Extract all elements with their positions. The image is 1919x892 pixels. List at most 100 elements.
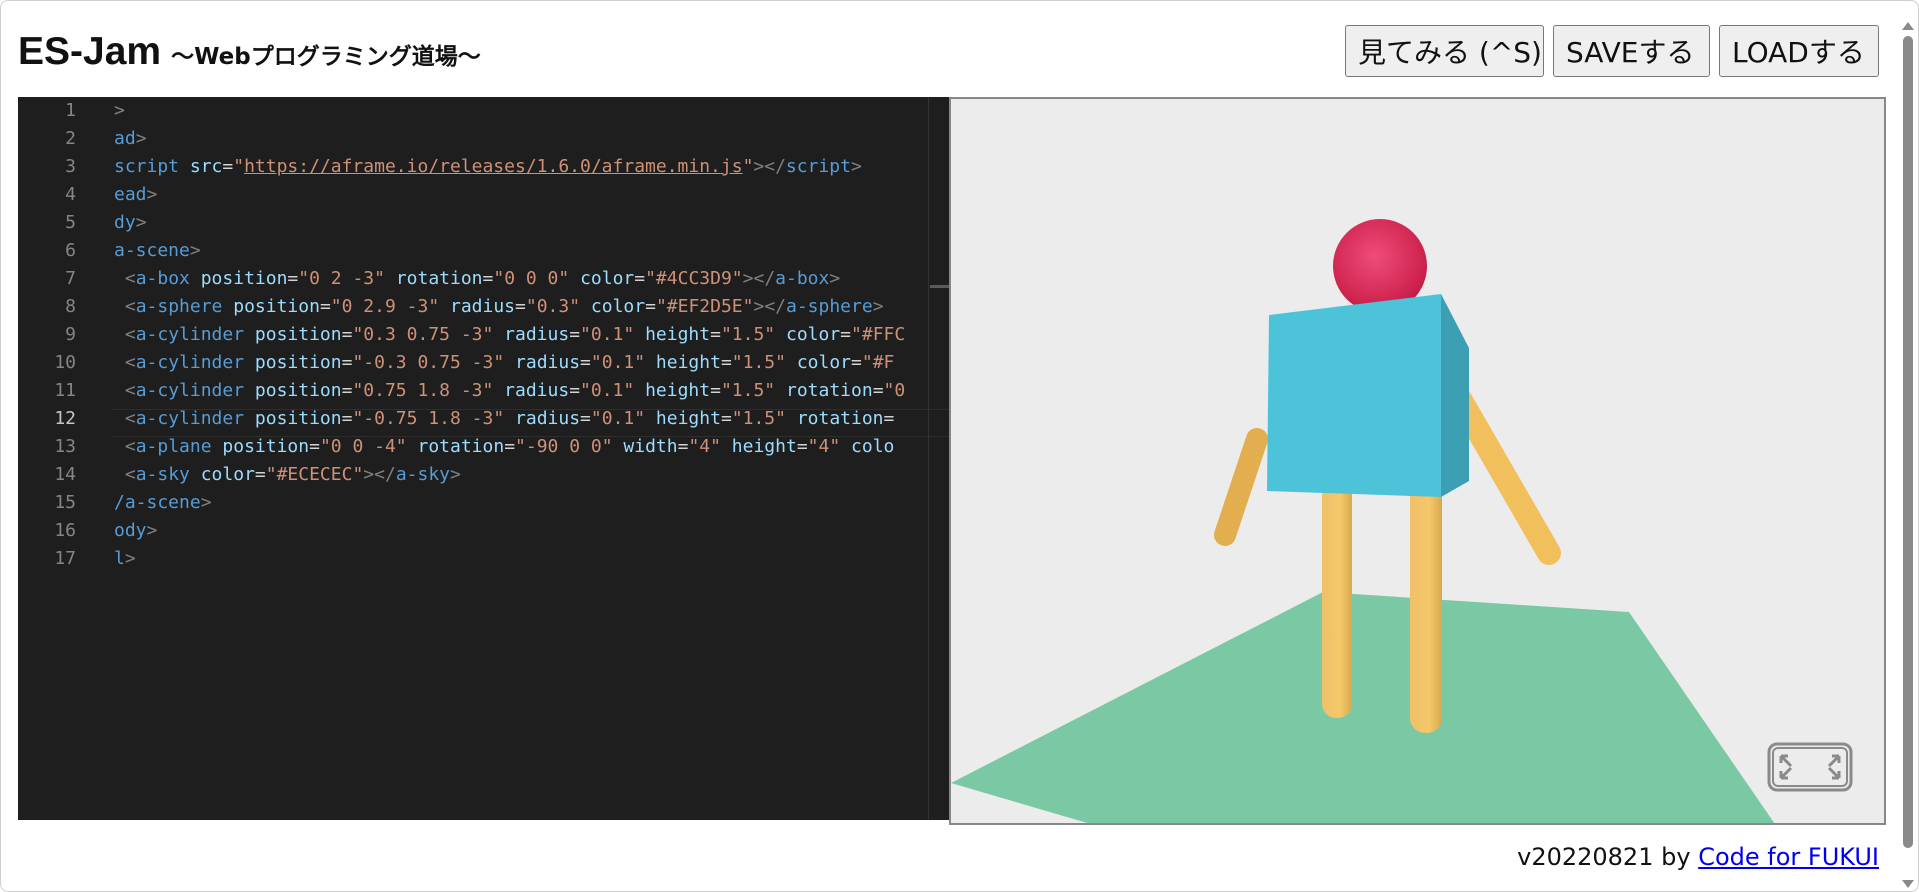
code-token: < <box>124 408 136 429</box>
code-line[interactable]: 6 a-scene> <box>18 237 949 265</box>
code-line[interactable]: 11 <a-cylinder position="0.75 1.8 -3" ra… <box>18 377 949 405</box>
code-token: rotation <box>796 408 884 429</box>
code-line[interactable]: 8 <a-sphere position="0 2.9 -3" radius="… <box>18 293 949 321</box>
code-token: dy <box>114 212 136 233</box>
code-token: = <box>515 296 526 317</box>
code-token: a-box <box>775 268 830 289</box>
title-block: ES-Jam ～Webプログラミング道場～ <box>18 30 481 74</box>
load-button[interactable]: LOADする <box>1719 25 1879 77</box>
save-button[interactable]: SAVEする <box>1553 25 1710 77</box>
body-box <box>1267 294 1469 497</box>
code-token: width <box>623 436 678 457</box>
line-number: 10 <box>54 352 76 373</box>
code-line[interactable]: 15/a-scene> <box>18 489 949 517</box>
code-token: a-plane <box>135 436 223 457</box>
code-line[interactable]: 12 <a-cylinder position="-0.75 1.8 -3" r… <box>18 405 949 433</box>
code-editor[interactable]: 1 >2 ad> 3 script src="https://aframe.io/rel… <box>18 97 949 820</box>
code-for-fukui-link[interactable]: Code for FUKUI <box>1698 843 1879 871</box>
code-token: position <box>254 408 342 429</box>
code-token: < <box>124 352 136 373</box>
footer: v20220821 by Code for FUKUI <box>1517 843 1879 871</box>
code-token: > <box>872 296 884 317</box>
code-token: colo <box>851 436 895 457</box>
code-token: = <box>569 380 581 401</box>
code-token: ad <box>114 128 136 149</box>
line-number: 3 <box>65 156 76 177</box>
code-token: "0 0 0" <box>493 268 581 289</box>
code-line[interactable]: 17 l> <box>18 545 949 573</box>
code-token: height <box>655 352 721 373</box>
preview-button[interactable]: 見てみる (^S) <box>1345 25 1544 77</box>
code-line[interactable]: 10 <a-cylinder position="-0.3 0.75 -3" r… <box>18 349 949 377</box>
code-line[interactable]: 13 <a-plane position="0 0 -4" rotation="… <box>18 433 949 461</box>
code-token: "0 2.9 -3" <box>330 296 450 317</box>
code-token: "0 0 -4" <box>319 436 418 457</box>
code-line[interactable]: 5 dy> <box>18 209 949 237</box>
fullscreen-button[interactable] <box>1767 742 1853 792</box>
scene-canvas[interactable] <box>951 99 1886 825</box>
page-scrollbar[interactable] <box>1899 22 1916 888</box>
code-token: a-cylinder <box>135 380 255 401</box>
code-token: = <box>645 296 656 317</box>
line-number: 16 <box>54 520 76 541</box>
scroll-up-icon[interactable] <box>1902 22 1914 30</box>
scroll-down-icon[interactable] <box>1902 880 1914 888</box>
code-token: "1.5" <box>720 380 786 401</box>
code-token: "1.5" <box>720 324 786 345</box>
code-line[interactable]: 2 ad> <box>18 125 949 153</box>
code-line[interactable]: 14 <a-sky color="#ECECEC"></a-sky> <box>18 461 949 489</box>
code-token: /a-scene <box>114 492 201 513</box>
line-number: 7 <box>65 268 76 289</box>
code-line[interactable]: 3 script src="https://aframe.io/releases/… <box>18 153 949 181</box>
code-text: <a-cylinder position="0.3 0.75 -3" radiu… <box>114 321 905 349</box>
code-token: > <box>135 212 147 233</box>
code-token: = <box>720 408 732 429</box>
app-title: ES-Jam <box>18 30 162 73</box>
code-token: a-sky <box>135 464 201 485</box>
code-token: "#ECECEC" <box>265 464 364 485</box>
code-token: position <box>254 380 342 401</box>
code-token: "0.1" <box>590 408 656 429</box>
code-token: = <box>341 324 353 345</box>
code-token: "0.1" <box>590 352 656 373</box>
code-token: "-0.75 1.8 -3" <box>352 408 516 429</box>
code-token: > <box>829 268 841 289</box>
left-leg <box>1322 481 1352 718</box>
code-token: position <box>200 268 288 289</box>
fullscreen-icon <box>1767 742 1853 792</box>
code-text: ad> <box>114 125 147 153</box>
code-line[interactable]: 9 <a-cylinder position="0.3 0.75 -3" rad… <box>18 321 949 349</box>
line-number: 11 <box>54 380 76 401</box>
code-token: a-scene <box>114 240 190 261</box>
code-token: = <box>341 352 353 373</box>
code-token: color <box>785 324 841 345</box>
line-number: 9 <box>65 324 76 345</box>
code-token: "0.1" <box>580 380 646 401</box>
code-token: = <box>319 296 331 317</box>
code-line[interactable]: 16 ody> <box>18 517 949 545</box>
scene-preview[interactable] <box>949 97 1886 825</box>
code-text: <a-cylinder position="0.75 1.8 -3" radiu… <box>114 377 905 405</box>
code-text: ody> <box>114 517 157 545</box>
code-line[interactable]: 4 ead> <box>18 181 949 209</box>
code-text: <a-cylinder position="-0.3 0.75 -3" radi… <box>114 349 895 377</box>
code-line[interactable]: 1 > <box>18 97 949 125</box>
scroll-thumb[interactable] <box>1903 36 1913 848</box>
code-token: "-90 0 0" <box>515 436 624 457</box>
code-line[interactable]: 7 <a-box position="0 2 -3" rotation="0 0… <box>18 265 949 293</box>
code-token: a-cylinder <box>135 408 255 429</box>
line-number: 8 <box>65 296 76 317</box>
line-number: 2 <box>65 128 76 149</box>
code-token: src <box>189 156 223 177</box>
code-token: ></ <box>742 268 776 289</box>
code-token: height <box>645 324 711 345</box>
code-token: = <box>796 436 808 457</box>
code-token: "4" <box>807 436 852 457</box>
code-text: a-scene> <box>114 237 201 265</box>
code-token: height <box>645 380 711 401</box>
code-token: = <box>341 380 353 401</box>
code-token: > <box>189 240 201 261</box>
